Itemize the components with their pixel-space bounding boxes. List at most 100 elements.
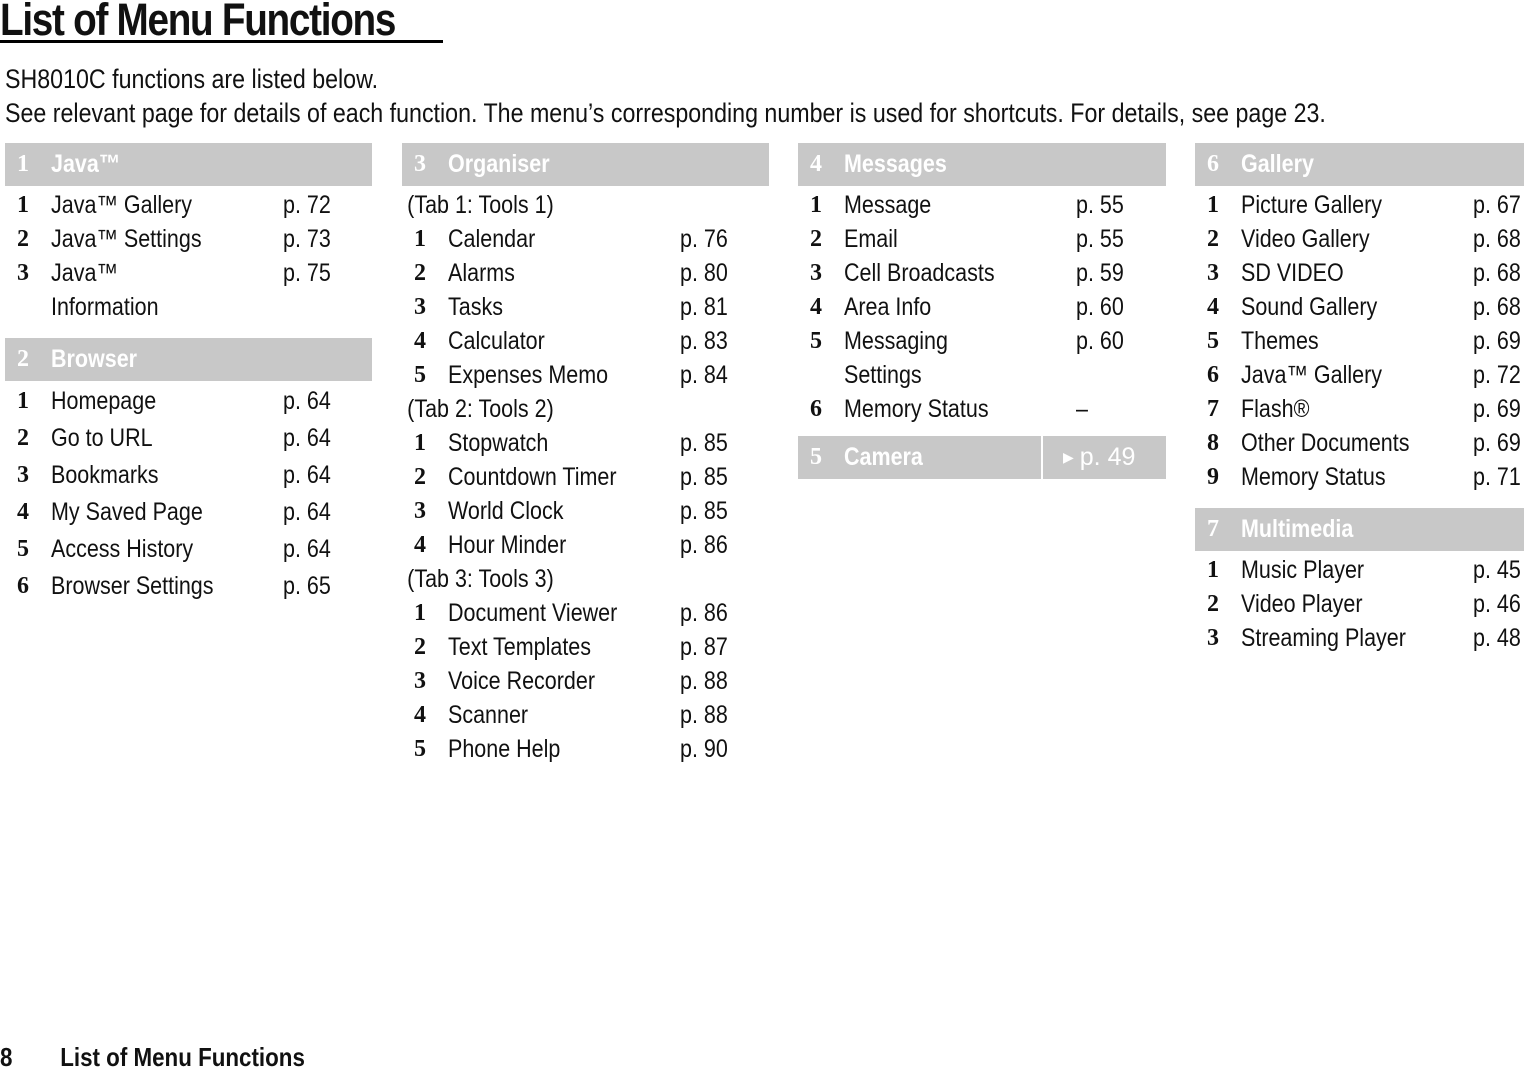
menu-item[interactable]: 1 Music Player p. 45 [1195,553,1524,587]
item-page-ref[interactable]: p. 55 [1076,222,1124,256]
menu-item[interactable]: 3 World Clock p. 85 [402,494,769,528]
item-page-ref[interactable]: p. 88 [680,664,728,698]
item-page-ref[interactable]: p. 69 [1473,324,1521,358]
menu-item[interactable]: 6 Java™ Gallery p. 72 [1195,358,1524,392]
item-page-ref[interactable]: p. 68 [1473,222,1521,256]
item-page-ref[interactable]: p. 72 [283,188,331,222]
intro-text: SH8010C functions are listed below. See … [5,62,1326,130]
menu-item[interactable]: 4 My Saved Page p. 64 [5,494,372,531]
item-page-ref[interactable]: p. 85 [680,426,728,460]
item-number: 4 [414,328,426,354]
menu-item[interactable]: 1 Stopwatch p. 85 [402,426,769,460]
section-multimedia: 7 Multimedia 1 Music Player p. 45 2 Video Play… [1195,508,1524,655]
menu-item[interactable]: 4 Area Info p. 60 [798,290,1166,324]
section-camera-header[interactable]: 5 Camera ▶ p. 49 [798,436,1166,479]
menu-item[interactable]: 1 Message p. 55 [798,188,1166,222]
menu-item[interactable]: 2 Countdown Timer p. 85 [402,460,769,494]
menu-item[interactable]: 5 Phone Help p. 90 [402,732,769,766]
item-page-ref[interactable]: p. 72 [1473,358,1521,392]
menu-item[interactable]: 5 Expenses Memo p. 84 [402,358,769,392]
item-label: Messaging Settings [844,327,948,389]
menu-item[interactable]: 1 Picture Gallery p. 67 [1195,188,1524,222]
item-label: Stopwatch [448,429,549,457]
menu-item[interactable]: 2 Text Templates p. 87 [402,630,769,664]
menu-item[interactable]: 2 Video Gallery p. 68 [1195,222,1524,256]
menu-item[interactable]: 3 Streaming Player p. 48 [1195,621,1524,655]
item-page-ref[interactable]: p. 65 [283,568,331,605]
item-page-ref[interactable]: p. 46 [1473,587,1521,621]
item-page-ref[interactable]: p. 83 [680,324,728,358]
item-page-ref[interactable]: p. 45 [1473,553,1521,587]
item-page-ref[interactable]: p. 73 [283,222,331,256]
menu-item[interactable]: 5 Themes p. 69 [1195,324,1524,358]
item-label: Voice Recorder [448,667,596,695]
menu-item[interactable]: 3 Cell Broadcasts p. 59 [798,256,1166,290]
menu-item[interactable]: 2 Email p. 55 [798,222,1166,256]
menu-item[interactable]: 8 Other Documents p. 69 [1195,426,1524,460]
item-page-ref[interactable]: p. 69 [1473,426,1521,460]
menu-item[interactable]: 1 Java™ Gallery p. 72 [5,188,372,222]
group-title: (Tab 2: Tools 2) [407,395,554,423]
item-number: 3 [17,462,29,488]
menu-item[interactable]: 4 Sound Gallery p. 68 [1195,290,1524,324]
item-page-ref[interactable]: p. 59 [1076,256,1124,290]
item-page-ref[interactable]: p. 86 [680,596,728,630]
menu-item[interactable]: 7 Flash® p. 69 [1195,392,1524,426]
menu-item[interactable]: 2 Video Player p. 46 [1195,587,1524,621]
item-page-ref[interactable]: p. 64 [283,420,331,457]
item-page-ref[interactable]: p. 86 [680,528,728,562]
item-page-ref[interactable]: p. 90 [680,732,728,766]
menu-item[interactable]: 1 Homepage p. 64 [5,383,372,420]
menu-item[interactable]: 2 Go to URL p. 64 [5,420,372,457]
item-page-ref[interactable]: p. 85 [680,494,728,528]
item-label: Themes [1241,327,1319,355]
menu-item[interactable]: 3 Voice Recorder p. 88 [402,664,769,698]
menu-item[interactable]: 4 Calculator p. 83 [402,324,769,358]
item-page-ref[interactable]: – [1076,392,1088,426]
section-number: 6 [1207,151,1219,177]
item-page-ref[interactable]: p. 60 [1076,290,1124,324]
item-page-ref[interactable]: p. 76 [680,222,728,256]
menu-item[interactable]: 2 Alarms p. 80 [402,256,769,290]
item-page-ref[interactable]: p. 68 [1473,256,1521,290]
item-list: 1 Picture Gallery p. 67 2 Video Gallery p. 68… [1195,186,1524,494]
menu-item[interactable]: 3 Bookmarks p. 64 [5,457,372,494]
item-label: Message [844,191,932,219]
item-page-ref[interactable]: p. 64 [283,531,331,568]
item-page-ref[interactable]: p. 81 [680,290,728,324]
item-list: 1 Message p. 55 2 Email p. 55 3 Cell Broadcasts… [798,186,1166,426]
menu-item[interactable]: 4 Scanner p. 88 [402,698,769,732]
item-page-ref[interactable]: p. 85 [680,460,728,494]
item-page-ref[interactable]: p. 48 [1473,621,1521,655]
menu-item[interactable]: 9 Memory Status p. 71 [1195,460,1524,494]
item-label: Video Player [1241,590,1363,618]
item-page-ref[interactable]: p. 88 [680,698,728,732]
item-page-ref[interactable]: p. 64 [283,457,331,494]
item-page-ref[interactable]: p. 60 [1076,324,1124,358]
item-page-ref[interactable]: p. 80 [680,256,728,290]
section-organiser: 3 Organiser (Tab 1: Tools 1) 1 Calendar p. 76… [402,143,769,766]
item-page-ref[interactable]: p. 84 [680,358,728,392]
camera-page-ref[interactable]: ▶ p. 49 [1041,436,1166,479]
item-page-ref[interactable]: p. 69 [1473,392,1521,426]
item-page-ref[interactable]: p. 64 [283,383,331,420]
menu-item[interactable]: 6 Memory Status – [798,392,1166,426]
menu-item[interactable]: 1 Document Viewer p. 86 [402,596,769,630]
menu-item[interactable]: 3 Tasks p. 81 [402,290,769,324]
menu-item[interactable]: 3 SD VIDEO p. 68 [1195,256,1524,290]
menu-item[interactable]: 3 Java™ Information p. 75 [5,256,372,324]
item-page-ref[interactable]: p. 55 [1076,188,1124,222]
item-number: 6 [1207,362,1219,388]
item-page-ref[interactable]: p. 68 [1473,290,1521,324]
item-page-ref[interactable]: p. 64 [283,494,331,531]
menu-item[interactable]: 2 Java™ Settings p. 73 [5,222,372,256]
item-page-ref[interactable]: p. 71 [1473,460,1521,494]
item-page-ref[interactable]: p. 75 [283,256,331,290]
menu-item[interactable]: 5 Messaging Settings p. 60 [798,324,1166,392]
item-page-ref[interactable]: p. 67 [1473,188,1521,222]
menu-item[interactable]: 4 Hour Minder p. 86 [402,528,769,562]
menu-item[interactable]: 5 Access History p. 64 [5,531,372,568]
menu-item[interactable]: 6 Browser Settings p. 65 [5,568,372,605]
item-page-ref[interactable]: p. 87 [680,630,728,664]
menu-item[interactable]: 1 Calendar p. 76 [402,222,769,256]
